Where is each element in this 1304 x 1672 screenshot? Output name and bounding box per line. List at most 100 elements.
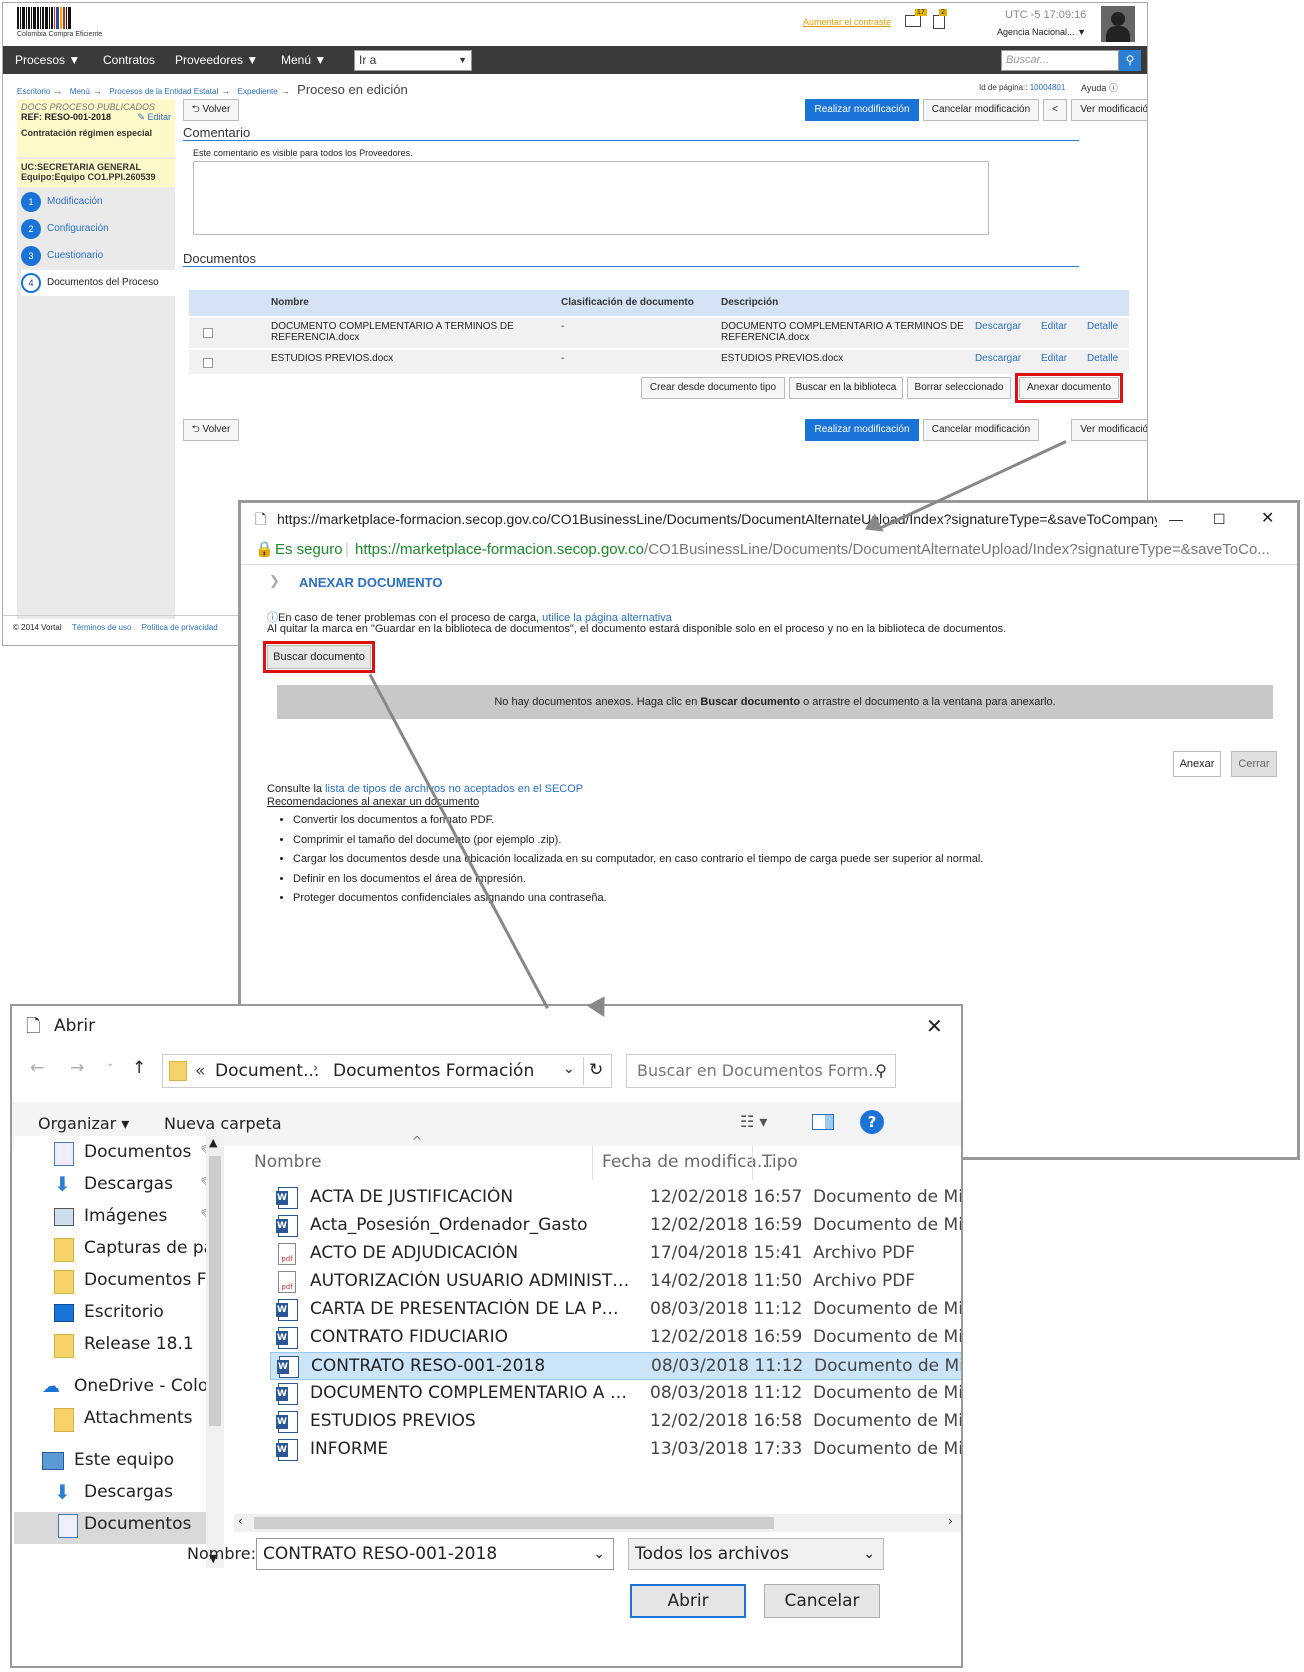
nav-item-capturas[interactable]: Capturas de pant [54,1236,224,1268]
nav-item-documentos[interactable]: Documentos✎ [54,1140,224,1172]
horizontal-scrollbar[interactable]: ‹ › [234,1514,961,1532]
help-icon[interactable]: ? [860,1110,884,1134]
nav-scrollbar[interactable]: ▲ ▼ [206,1136,224,1568]
address-bar[interactable]: 🔒 Es seguro | https://marketplace-formac… [241,535,1297,565]
file-row[interactable]: CONTRATO FIDUCIARIO 12/02/2018 16:59 Docum… [270,1324,961,1352]
comment-textarea[interactable] [193,161,989,235]
up-arrow-icon[interactable]: ↑ [132,1058,146,1078]
breadcrumb-menu[interactable]: Menú [70,87,90,96]
view-change-button-top[interactable]: Ver modificación [1071,99,1147,121]
breadcrumb-expediente[interactable]: Expediente [238,87,278,96]
file-row[interactable]: CARTA DE PRESENTACIÓN DE LA PROPU... 08/0… [270,1296,961,1324]
nav-menu[interactable]: Menú ▼ [281,46,326,74]
step-modificacion[interactable]: 1 Modificación [21,189,171,215]
notifications-icon[interactable] [933,15,945,29]
nav-item-imagenes[interactable]: Imágenes✎ [54,1204,224,1236]
preview-pane-icon[interactable] [812,1114,834,1130]
filename-input[interactable]: CONTRATO RESO-001-2018 ⌄ [256,1538,614,1570]
attach-button[interactable]: Anexar [1173,751,1221,777]
edit-link[interactable]: Editar [1041,353,1067,364]
refresh-icon[interactable]: ↻ [589,1060,603,1080]
close-icon[interactable]: ✕ [926,1014,943,1038]
file-type-select[interactable]: Todos los archivos ⌄ [628,1538,884,1570]
maximize-icon[interactable]: ☐ [1213,503,1226,535]
footer-terms-link[interactable]: Términos de uso [72,623,132,632]
search-input[interactable]: Buscar... [1001,50,1119,71]
open-button[interactable]: Abrir [630,1584,746,1618]
make-change-button-top[interactable]: Realizar modificación [805,99,919,121]
dropzone[interactable]: No hay documentos anexos. Haga clic en B… [277,685,1273,719]
nav-item-attachments[interactable]: Attachments [54,1406,224,1438]
col-fecha[interactable]: Fecha de modifica... [602,1152,773,1172]
file-row[interactable]: INFORME 13/03/2018 17:33 Documento de Mi..… [270,1436,961,1464]
chevron-down-icon[interactable]: ⌄ [563,1061,575,1077]
nav-procesos[interactable]: Procesos ▼ [15,46,80,74]
make-change-button-bottom[interactable]: Realizar modificación [805,419,919,441]
nav-item-escritorio[interactable]: Escritorio [54,1300,224,1332]
cancel-change-button-top[interactable]: Cancelar modificación [923,99,1039,121]
nav-item-descargas-2[interactable]: ⬇ Descargas [54,1480,224,1512]
search-library-button[interactable]: Buscar en la biblioteca [789,377,903,399]
nav-item-release[interactable]: Release 18.1 [54,1332,224,1364]
back-arrow-icon[interactable]: ← [30,1058,44,1078]
nav-contratos[interactable]: Contratos [103,46,155,74]
file-row[interactable]: pdf ACTO DE ADJUDICACIÓN 17/04/2018 15:41 A… [270,1240,961,1268]
organize-menu[interactable]: Organizar ▾ [38,1114,129,1133]
create-from-template-button[interactable]: Crear desde documento tipo [641,377,785,399]
file-row[interactable]: DOCUMENTO COMPLEMENTARIO A TER... 08/03/2… [270,1380,961,1408]
breadcrumb-procesos[interactable]: Procesos de la Entidad Estatal [109,87,218,96]
mail-icon[interactable] [905,15,921,27]
nav-item-este-equipo[interactable]: Este equipo [42,1448,224,1480]
nav-item-onedrive[interactable]: ☁ OneDrive - Coloml [42,1374,224,1406]
folder-search-input[interactable]: Buscar en Documentos Form... ⚲ [626,1054,896,1088]
col-nombre[interactable]: Nombre [254,1152,322,1172]
view-options-icon[interactable]: ☷ ▾ [740,1112,767,1131]
detail-link[interactable]: Detalle [1087,321,1118,332]
path-segment-documents[interactable]: Document... [215,1061,319,1081]
step-cuestionario[interactable]: 3 Cuestionario [21,243,171,269]
back-button-top[interactable]: ⮌ Volver [183,99,239,121]
path-bar[interactable]: « Document... › Documentos Formación ⌄ ↻ [162,1054,612,1088]
forward-arrow-icon[interactable]: → [70,1058,84,1078]
download-link[interactable]: Descargar [975,321,1021,332]
back-button-bottom[interactable]: ⮌ Volver [183,419,239,441]
file-row[interactable]: Acta_Posesión_Ordenador_Gasto 12/02/2018 … [270,1212,961,1240]
step-documentos[interactable]: 4 Documentos del Proceso [21,270,175,296]
download-link[interactable]: Descargar [975,353,1021,364]
cancel-change-button-bottom[interactable]: Cancelar modificación [923,419,1039,441]
avatar[interactable] [1101,6,1135,42]
row-checkbox[interactable] [203,328,213,338]
search-icon[interactable]: ⚲ [1119,50,1141,71]
contrast-link[interactable]: Aumentar el contraste [803,17,891,27]
detail-link[interactable]: Detalle [1087,353,1118,364]
step-configuracion[interactable]: 2 Configuración [21,216,171,242]
edit-link[interactable]: Editar [1041,321,1067,332]
cancel-button[interactable]: Cancelar [764,1584,880,1618]
goto-select[interactable]: Ir a ▼ [354,50,472,71]
help-link[interactable]: Ayuda ⓘ [1081,81,1118,94]
nav-item-documentos-2[interactable]: Documentos [14,1512,224,1544]
col-tipo[interactable]: Tipo [762,1152,798,1172]
close-icon[interactable]: ✕ [1261,503,1274,535]
file-row[interactable]: ACTA DE JUSTIFICACIÓN 12/02/2018 16:57 Doc… [270,1184,961,1212]
nav-item-documentos-formacion[interactable]: Documentos Forr [54,1268,224,1300]
view-change-button-bottom[interactable]: Ver modificación [1071,419,1147,441]
file-row[interactable]: pdf AUTORIZACIÓN USUARIO ADMINISTRA... 14/… [270,1268,961,1296]
new-folder-button[interactable]: Nueva carpeta [164,1114,282,1133]
chevron-down-icon[interactable]: ⌄ [106,1058,114,1069]
nav-item-descargas[interactable]: ⬇Descargas✎ [54,1172,224,1204]
delete-selected-button[interactable]: Borrar seleccionado [907,377,1011,399]
minimize-icon[interactable]: — [1169,503,1183,535]
row-checkbox[interactable] [203,358,213,368]
nav-proveedores[interactable]: Proveedores ▼ [175,46,258,74]
agency-selector[interactable]: Agencia Nacional... ▼ [997,27,1086,37]
close-button[interactable]: Cerrar [1231,751,1277,777]
file-row[interactable]: CONTRATO RESO-001-2018 08/03/2018 11:12 Do… [270,1352,961,1380]
footer-privacy-link[interactable]: Política de privacidad [142,623,218,632]
path-segment-formacion[interactable]: Documentos Formación [333,1061,534,1081]
unaccepted-files-link[interactable]: lista de tipos de archivos no aceptados … [325,783,583,795]
file-row[interactable]: ESTUDIOS PREVIOS 12/02/2018 16:58 Document… [270,1408,961,1436]
edit-ref-link[interactable]: ✎ Editar [137,112,171,123]
prev-button-top[interactable]: < [1043,99,1067,121]
breadcrumb-escritorio[interactable]: Escritorio [17,87,50,96]
